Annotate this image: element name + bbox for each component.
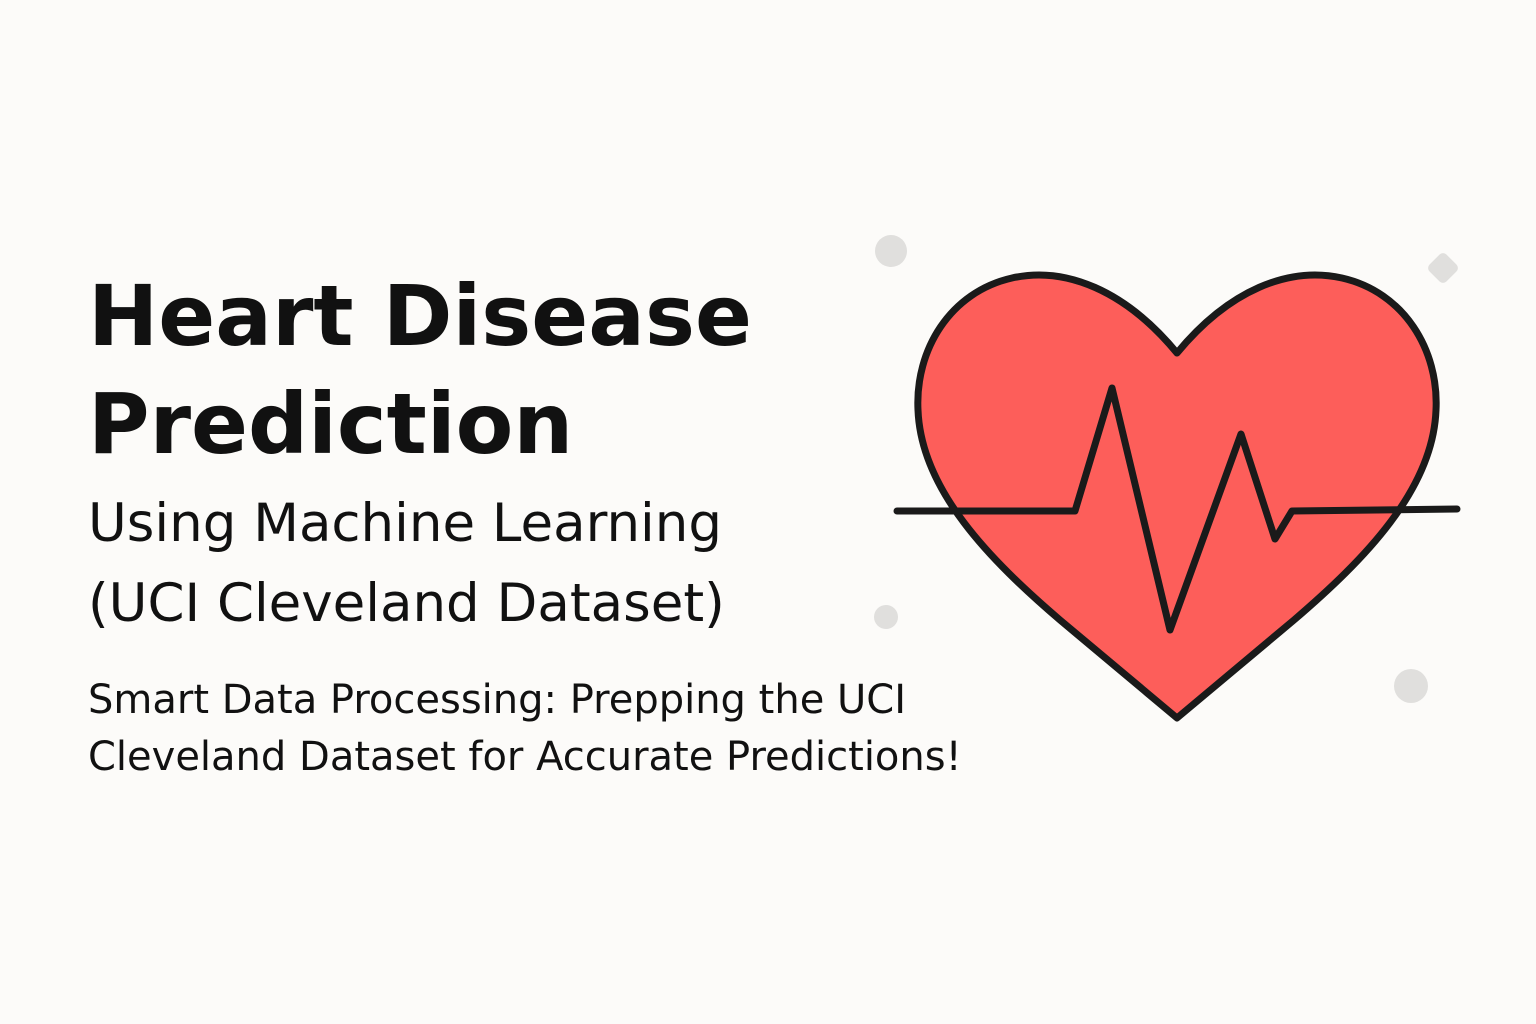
subtitle-line-2: (UCI Cleveland Dataset) [88, 573, 725, 634]
tagline: Smart Data Processing: Prepping the UCI … [88, 672, 1068, 786]
text-block: Heart Disease Prediction Using Machine L… [88, 262, 1068, 786]
decor-dot-icon [1394, 669, 1428, 703]
tagline-line-1: Smart Data Processing: Prepping the UCI [88, 677, 907, 723]
title-line-2: Prediction [88, 375, 574, 473]
tagline-line-2: Cleveland Dataset for Accurate Predictio… [88, 734, 962, 780]
title-line-1: Heart Disease [88, 267, 752, 365]
subtitle-line-1: Using Machine Learning [88, 493, 723, 554]
decor-diamond-icon [1428, 253, 1458, 283]
